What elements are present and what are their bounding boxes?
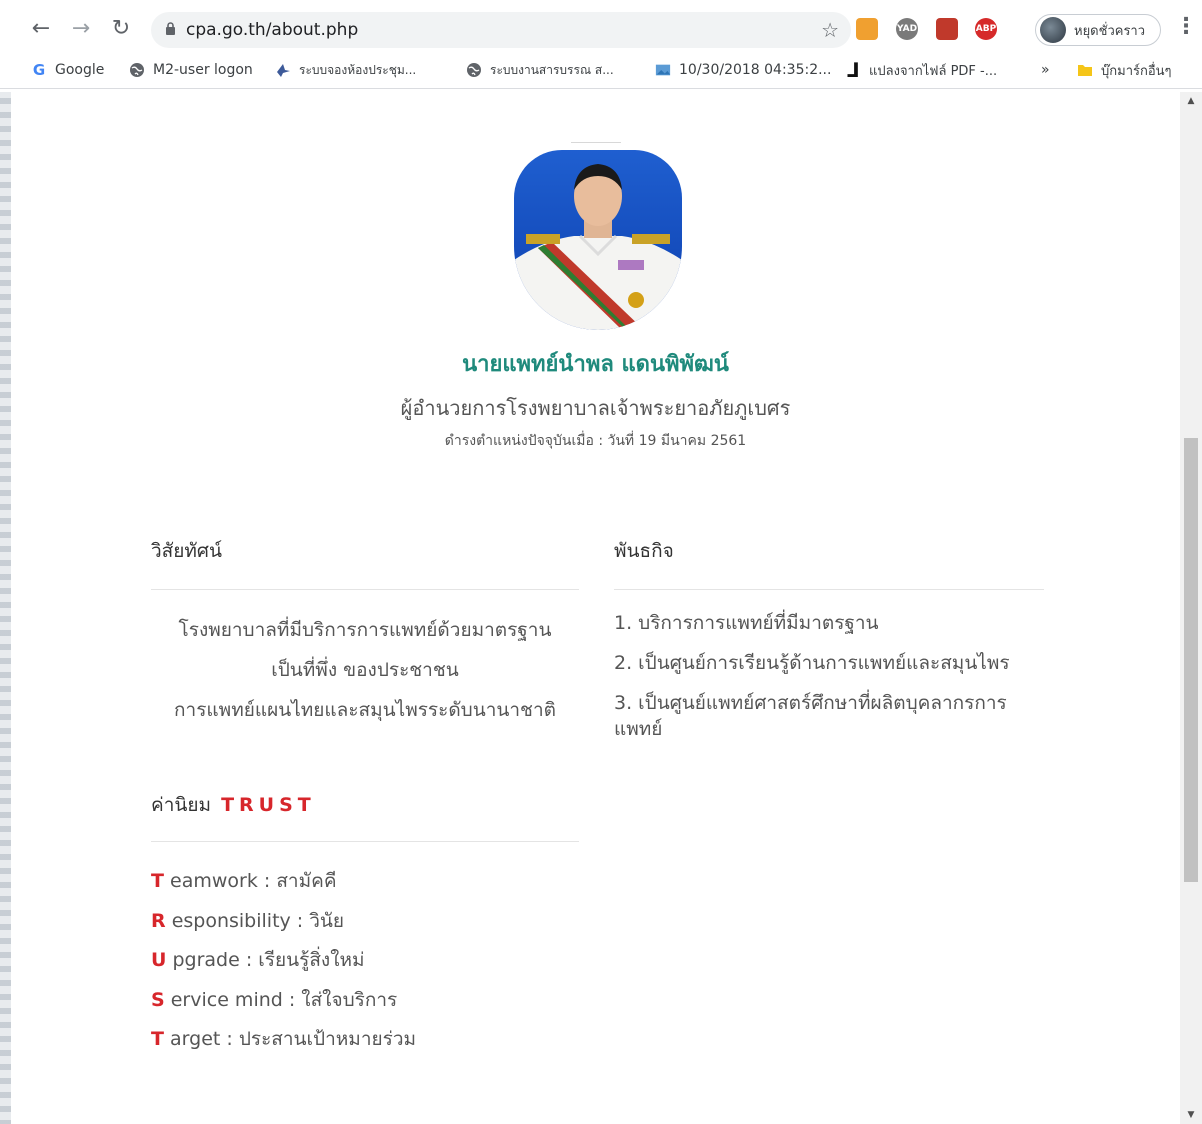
google-icon: G xyxy=(32,61,46,79)
value-text: eamwork : สามัคคี xyxy=(170,870,337,892)
mission-list: 1. บริการการแพทย์ที่มีมาตรฐาน 2. เป็นศูน… xyxy=(614,610,1044,756)
value-letter: T xyxy=(151,870,164,892)
value-letter: T xyxy=(151,1028,164,1051)
values-list: T eamwork : สามัคคี R esponsibility : วิ… xyxy=(151,866,591,1064)
bookmark-room-booking[interactable]: ระบบจองห้องประชุม... xyxy=(275,58,416,82)
browser-chrome: ← → ↻ cpa.go.th/about.php ☆ YAD ABP หยุด… xyxy=(0,0,1202,92)
globe-icon xyxy=(129,62,145,78)
bookmarks-bar: G Google M2-user logon ระบบจองห้องประชุม… xyxy=(11,56,1202,84)
values-acronym: TRUST xyxy=(221,794,316,816)
bookmark-label: ระบบจองห้องประชุม... xyxy=(299,62,417,77)
browser-toolbar: ← → ↻ cpa.go.th/about.php ☆ YAD ABP หยุด… xyxy=(11,0,1202,56)
value-text: pgrade : เรียนรู้สิ่งใหม่ xyxy=(172,949,365,972)
value-item: T arget : ประสานเป้าหมายร่วม xyxy=(151,1024,591,1064)
page-scrollbar[interactable]: ▲ ▼ xyxy=(1180,92,1202,1124)
abp-extension-icon[interactable]: ABP xyxy=(975,18,997,40)
vision-heading: วิสัยทัศน์ xyxy=(151,540,222,562)
yad-extension-icon[interactable]: YAD xyxy=(896,18,918,40)
mission-heading: พันธกิจ xyxy=(614,540,674,562)
back-arrow-icon[interactable]: ← xyxy=(23,10,59,46)
bookmark-google[interactable]: G Google xyxy=(31,58,105,82)
director-position: ผู้อำนวยการโรงพยาบาลเจ้าพระยาอภัยภูเบศร xyxy=(400,396,791,420)
mission-item: 3. เป็นศูนย์แพทย์ศาสตร์ศึกษาที่ผลิตบุคลา… xyxy=(614,692,1007,740)
address-bar[interactable]: cpa.go.th/about.php ☆ xyxy=(151,12,851,48)
about-page: นายแพทย์นำพล แดนพิพัฒน์ ผู้อำนวยการโรงพย… xyxy=(11,92,1180,1124)
bookmark-label: ระบบงานสารบรรณ ส... xyxy=(490,62,614,77)
value-text: arget : ประสานเป้าหมายร่วม xyxy=(170,1028,417,1051)
bookmark-screenshot[interactable]: 10/30/2018 04:35:2... xyxy=(655,58,831,82)
url-text: cpa.go.th/about.php xyxy=(186,20,359,40)
value-letter: R xyxy=(151,909,166,932)
bookmark-label: M2-user logon xyxy=(153,62,253,78)
other-bookmarks-folder[interactable]: บุ๊กมาร์กอื่นๆ xyxy=(1077,58,1172,82)
value-letter: U xyxy=(151,949,167,972)
values-divider xyxy=(151,841,579,842)
mission-item: 2. เป็นศูนย์การเรียนรู้ด้านการแพทย์และสม… xyxy=(614,652,1010,674)
bookmark-pdf-convert[interactable]: ⅃ แปลงจากไฟล์ PDF -... xyxy=(845,58,998,82)
more-bookmarks-label: » xyxy=(1041,62,1050,78)
value-text: ervice mind : ใส่ใจบริการ xyxy=(170,988,398,1011)
value-item: S ervice mind : ใส่ใจบริการ xyxy=(151,985,591,1025)
vision-text: โรงพยาบาลที่มีบริการการแพทย์ด้วยมาตรฐาน … xyxy=(151,610,579,730)
bookmark-saraban[interactable]: ระบบงานสารบรรณ ส... xyxy=(466,58,614,82)
window-edge xyxy=(0,0,11,1124)
portrait-image xyxy=(514,150,682,330)
scroll-thumb[interactable] xyxy=(1184,438,1198,882)
bookmark-label: 10/30/2018 04:35:2... xyxy=(679,62,832,78)
mission-item: 1. บริการการแพทย์ที่มีมาตรฐาน xyxy=(614,612,879,634)
director-photo xyxy=(514,150,682,330)
j-icon: ⅃ xyxy=(846,58,860,82)
chrome-divider xyxy=(0,88,1202,89)
lock-icon xyxy=(165,21,176,39)
vision-divider xyxy=(151,589,579,590)
scroll-up-arrow-icon[interactable]: ▲ xyxy=(1180,96,1202,106)
values-heading: ค่านิยม TRUST xyxy=(151,790,316,820)
image-icon xyxy=(655,62,671,78)
vision-line: โรงพยาบาลที่มีบริการการแพทย์ด้วยมาตรฐาน xyxy=(178,619,552,641)
bookmark-label: บุ๊กมาร์กอื่นๆ xyxy=(1101,63,1172,79)
bookmark-label: Google xyxy=(55,62,105,78)
scroll-down-arrow-icon[interactable]: ▼ xyxy=(1180,1110,1202,1120)
director-name: นายแพทย์นำพล แดนพิพัฒน์ xyxy=(462,352,729,377)
bird-icon xyxy=(275,62,291,78)
term-start-date: ดำรงตำแหน่งปัจจุบันเมื่อ : วันที่ 19 มีน… xyxy=(444,433,747,449)
bookmark-m2-user-logon[interactable]: M2-user logon xyxy=(129,58,253,82)
vision-line: เป็นที่พึ่ง ของประชาชน xyxy=(271,659,459,681)
avatar xyxy=(1040,17,1066,43)
browser-menu-icon[interactable]: ⋮ xyxy=(1175,14,1197,39)
values-heading-label: ค่านิยม xyxy=(151,794,212,816)
value-letter: S xyxy=(151,988,165,1011)
folder-icon xyxy=(1077,62,1093,78)
more-bookmarks-button[interactable]: » xyxy=(1041,58,1050,82)
bookmark-label: แปลงจากไฟล์ PDF -... xyxy=(869,63,998,79)
value-item: U pgrade : เรียนรู้สิ่งใหม่ xyxy=(151,945,591,985)
bookmark-star-icon[interactable]: ☆ xyxy=(821,18,839,42)
pdf-extension-icon[interactable] xyxy=(936,18,958,40)
profile-label: หยุดชั่วคราว xyxy=(1074,23,1146,39)
globe-icon xyxy=(466,62,482,78)
profile-button[interactable]: หยุดชั่วคราว xyxy=(1035,14,1161,46)
vision-line: การแพทย์แผนไทยและสมุนไพรระดับนานาชาติ xyxy=(174,699,556,721)
forward-arrow-icon[interactable]: → xyxy=(63,10,99,46)
value-item: R esponsibility : วินัย xyxy=(151,906,591,946)
value-item: T eamwork : สามัคคี xyxy=(151,866,591,906)
value-text: esponsibility : วินัย xyxy=(171,909,345,932)
photo-decor-line xyxy=(571,142,621,143)
office-extension-icon[interactable] xyxy=(856,18,878,40)
reload-icon[interactable]: ↻ xyxy=(103,10,139,46)
mission-divider xyxy=(614,589,1044,590)
